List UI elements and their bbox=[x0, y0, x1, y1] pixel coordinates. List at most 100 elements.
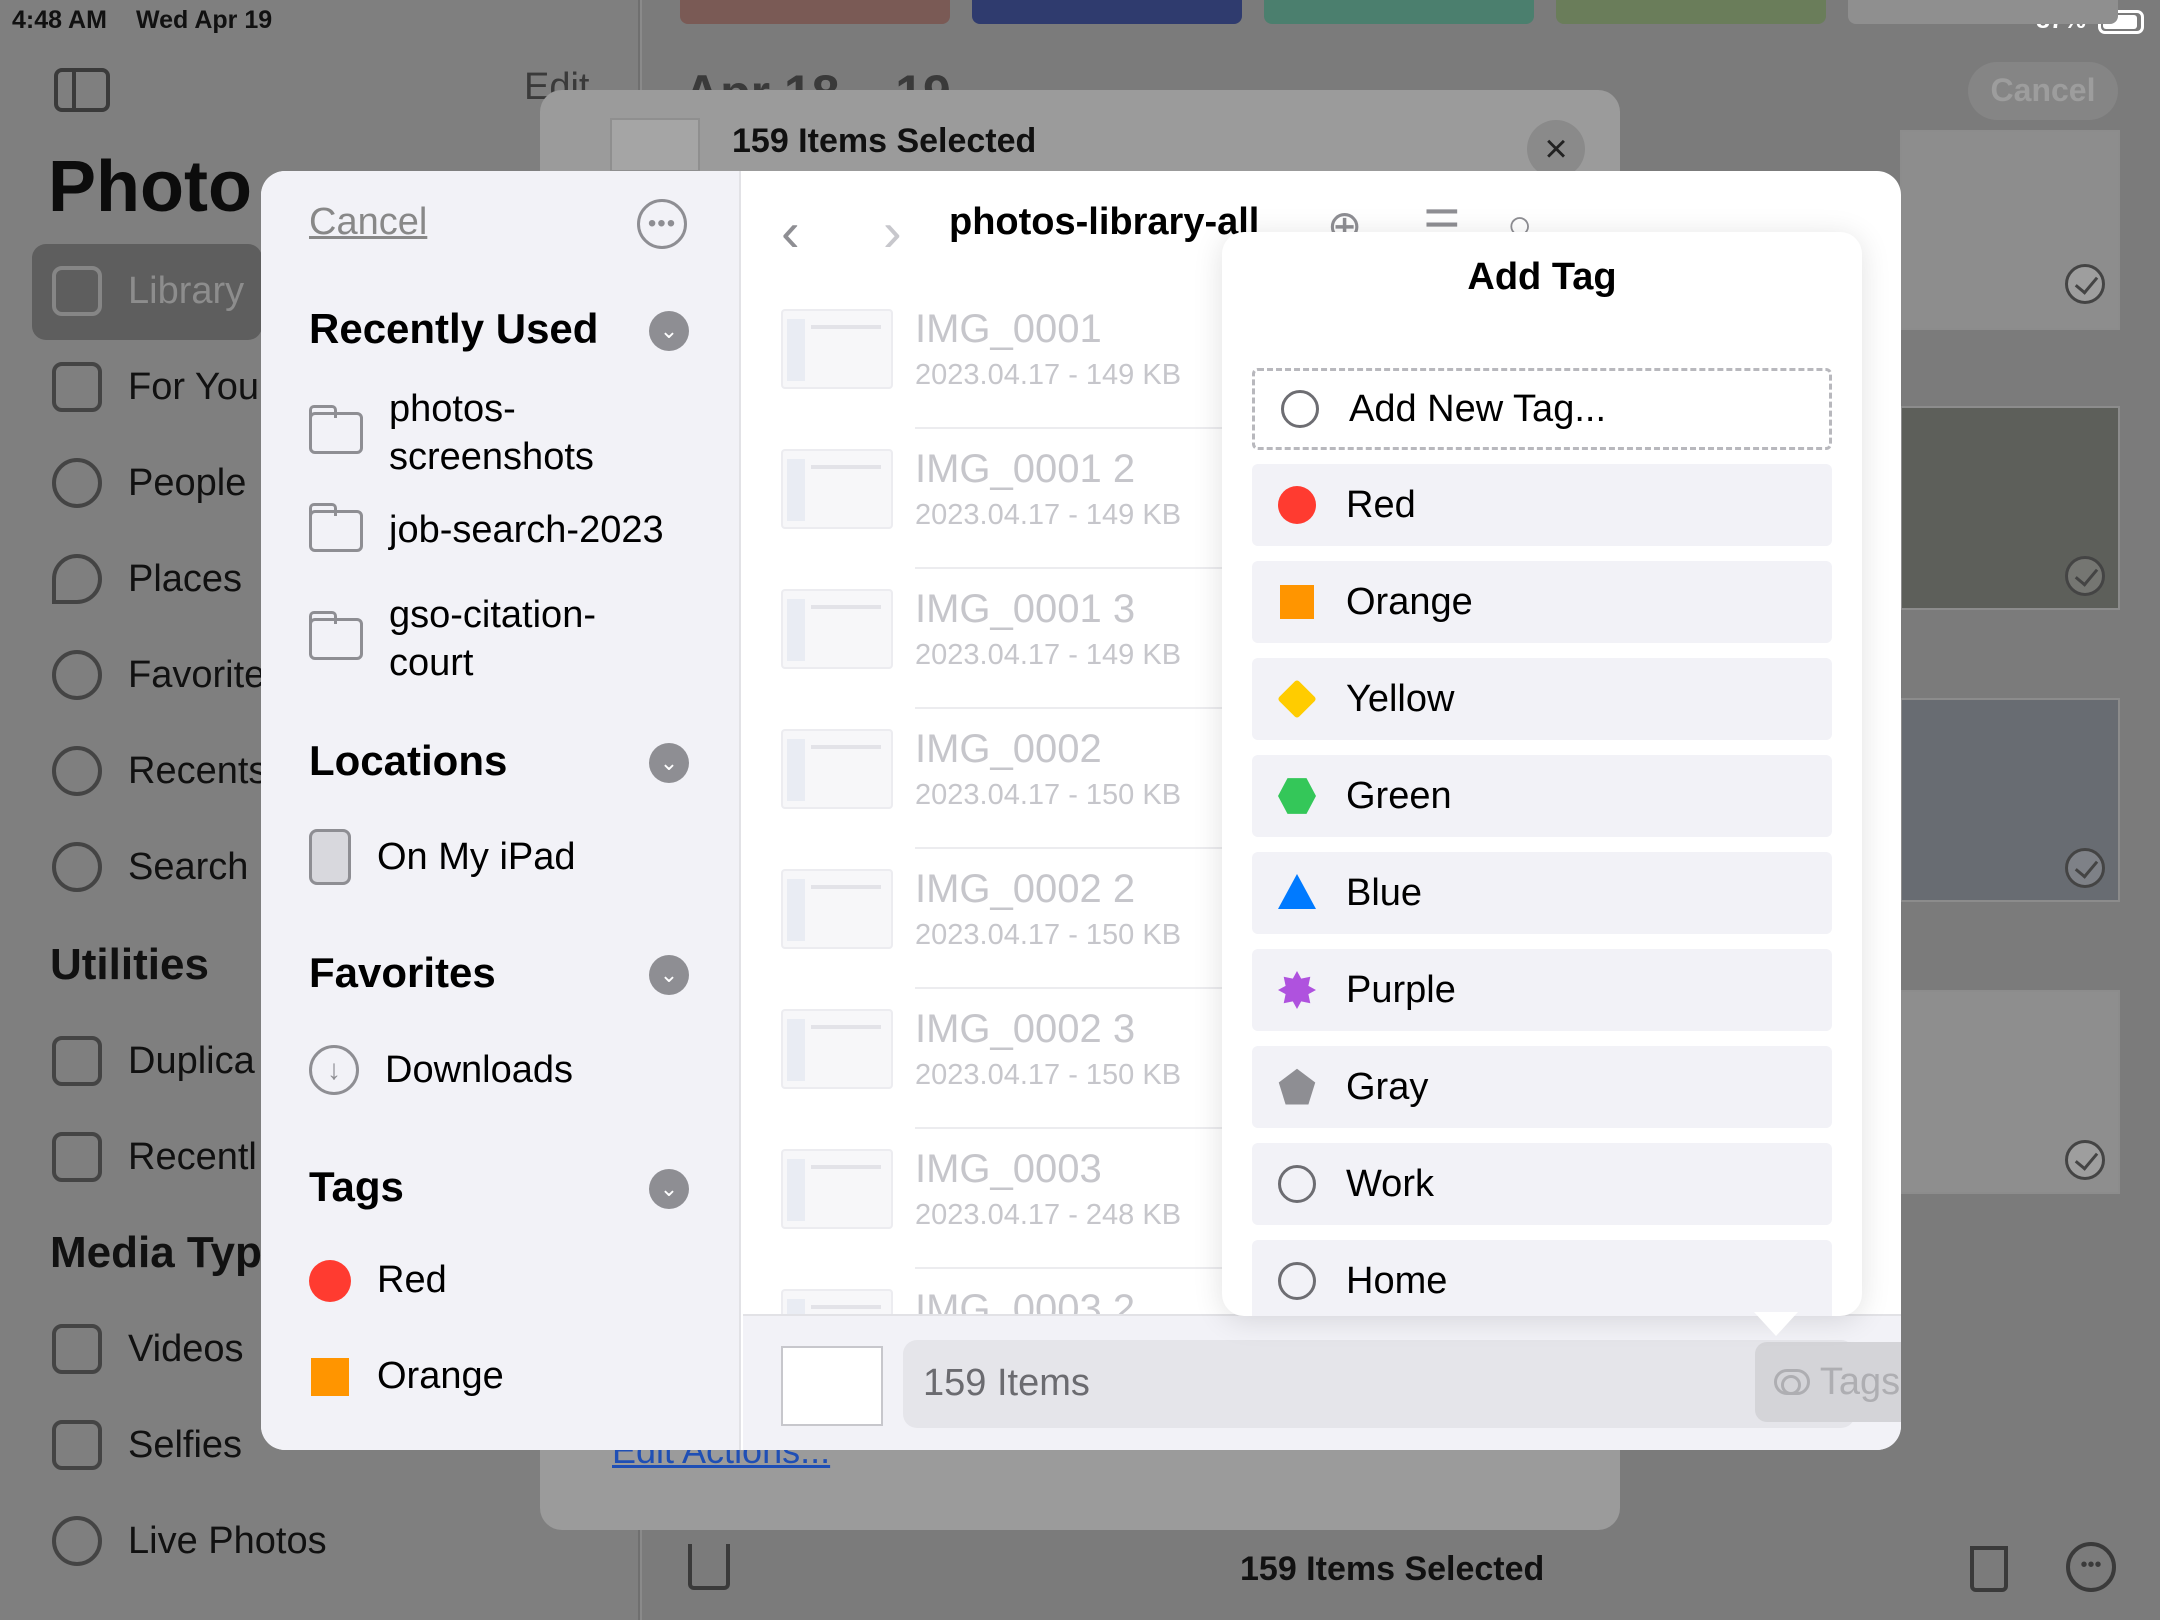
app-title: Photo bbox=[48, 147, 252, 227]
orange-tag-icon bbox=[311, 1357, 349, 1396]
download-icon: ↓ bbox=[309, 1045, 359, 1095]
empty-circle-icon bbox=[1281, 390, 1319, 428]
thumbnail[interactable] bbox=[680, 0, 950, 24]
tag-option-home[interactable]: Home bbox=[1252, 1240, 1832, 1316]
for-you-icon bbox=[52, 362, 102, 412]
utilities-heading: Utilities bbox=[50, 940, 209, 989]
orange-square-icon bbox=[1280, 585, 1314, 619]
tag-option-yellow[interactable]: Yellow bbox=[1252, 658, 1832, 740]
sidebar-item-recents[interactable]: Recents bbox=[52, 746, 267, 796]
yellow-diamond-icon bbox=[1277, 679, 1317, 719]
photo-library-icon bbox=[52, 266, 102, 316]
selected-check-icon bbox=[2065, 1140, 2105, 1180]
map-pin-icon bbox=[52, 554, 102, 604]
sidebar-item-for-you[interactable]: For You bbox=[52, 362, 259, 412]
file-thumbnail bbox=[781, 1149, 893, 1229]
cancel-selection-button[interactable]: Cancel bbox=[1968, 62, 2118, 120]
folder-icon bbox=[309, 502, 363, 552]
selection-thumbnail bbox=[781, 1346, 883, 1426]
sidebar-item-selfies[interactable]: Selfies bbox=[52, 1420, 242, 1470]
file-thumbnail bbox=[781, 729, 893, 809]
sidebar-item-on-my-ipad[interactable]: On My iPad bbox=[309, 829, 576, 885]
tags-heading: Tags bbox=[309, 1163, 404, 1210]
add-new-tag-button[interactable]: Add New Tag... bbox=[1252, 368, 1832, 450]
tag-option-gray[interactable]: Gray bbox=[1252, 1046, 1832, 1128]
green-hexagon-icon bbox=[1278, 778, 1316, 814]
tag-icon bbox=[1773, 1369, 1810, 1395]
tag-option-green[interactable]: Green bbox=[1252, 755, 1832, 837]
file-thumbnail bbox=[781, 1289, 893, 1315]
cancel-button[interactable]: Cancel bbox=[309, 201, 427, 244]
items-count-field[interactable]: 159 Items bbox=[903, 1340, 1855, 1428]
sheet-thumbnail bbox=[610, 118, 700, 172]
thumbnail[interactable] bbox=[1264, 0, 1534, 24]
tag-option-red[interactable]: Red bbox=[1252, 464, 1832, 546]
sidebar-item-favorites[interactable]: Favorite bbox=[52, 650, 265, 700]
sidebar-item-live-photos[interactable]: Live Photos bbox=[52, 1516, 327, 1566]
back-chevron-icon[interactable]: ‹ bbox=[781, 199, 800, 264]
locations-heading: Locations bbox=[309, 737, 508, 784]
sheet-title: 159 Items Selected bbox=[732, 122, 1037, 160]
sidebar-item-duplicates[interactable]: Duplica bbox=[52, 1036, 255, 1086]
selected-check-icon bbox=[2065, 556, 2105, 596]
sidebar-item-library[interactable]: Library bbox=[52, 266, 244, 316]
more-icon[interactable]: ••• bbox=[2066, 1542, 2116, 1592]
selfie-icon bbox=[52, 1420, 102, 1470]
duplicate-icon bbox=[52, 1036, 102, 1086]
red-tag-icon bbox=[309, 1259, 351, 1302]
trash-icon[interactable] bbox=[1970, 1546, 2008, 1592]
tag-option-blue[interactable]: Blue bbox=[1252, 852, 1832, 934]
tag-option-purple[interactable]: Purple bbox=[1252, 949, 1832, 1031]
tags-button[interactable]: Tags bbox=[1755, 1342, 1901, 1422]
sidebar-item-downloads[interactable]: ↓ Downloads bbox=[309, 1045, 573, 1095]
purple-star-icon bbox=[1278, 971, 1316, 1009]
chevron-down-icon[interactable]: ⌄ bbox=[649, 311, 689, 351]
sidebar-item-people[interactable]: People bbox=[52, 458, 246, 508]
thumbnail[interactable] bbox=[1848, 0, 2118, 24]
sidebar-item-search[interactable]: Search bbox=[52, 842, 248, 892]
file-thumbnail bbox=[781, 589, 893, 669]
media-types-heading: Media Typ bbox=[50, 1228, 262, 1277]
trash-icon bbox=[52, 1132, 102, 1182]
chevron-down-icon[interactable]: ⌄ bbox=[649, 743, 689, 783]
heart-icon bbox=[52, 650, 102, 700]
tag-option-orange[interactable]: Orange bbox=[1252, 561, 1832, 643]
empty-circle-icon bbox=[1278, 1165, 1316, 1203]
search-icon bbox=[52, 842, 102, 892]
person-circle-icon bbox=[52, 458, 102, 508]
more-options-icon[interactable]: ••• bbox=[637, 199, 687, 249]
close-icon[interactable]: × bbox=[1527, 120, 1585, 178]
status-time: 4:48 AM bbox=[12, 6, 107, 34]
tag-option-work[interactable]: Work bbox=[1252, 1143, 1832, 1225]
file-thumbnail bbox=[781, 309, 893, 389]
forward-chevron-icon[interactable]: › bbox=[883, 199, 902, 264]
selected-check-icon bbox=[2065, 848, 2105, 888]
add-tag-title: Add Tag bbox=[1467, 256, 1617, 298]
favorites-heading: Favorites bbox=[309, 949, 496, 996]
folder-title[interactable]: photos-library-all bbox=[949, 201, 1259, 244]
ipad-icon bbox=[309, 829, 351, 885]
thumbnail[interactable] bbox=[972, 0, 1242, 24]
chevron-down-icon[interactable]: ⌄ bbox=[649, 1169, 689, 1209]
video-icon bbox=[52, 1324, 102, 1374]
sidebar-item-places[interactable]: Places bbox=[52, 554, 242, 604]
bottom-selection-count: 159 Items Selected bbox=[1240, 1550, 1545, 1588]
sidebar-item-recently-deleted[interactable]: Recentl bbox=[52, 1132, 257, 1182]
red-circle-icon bbox=[1278, 486, 1316, 524]
sidebar-item-tag-orange[interactable]: Orange bbox=[309, 1355, 504, 1398]
file-thumbnail bbox=[781, 869, 893, 949]
sidebar-item-videos[interactable]: Videos bbox=[52, 1324, 244, 1374]
selected-check-icon bbox=[2065, 264, 2105, 304]
share-icon[interactable] bbox=[688, 1544, 730, 1590]
sidebar-item-photos-screenshots[interactable]: photos-screenshots bbox=[309, 385, 629, 481]
chevron-down-icon[interactable]: ⌄ bbox=[649, 955, 689, 995]
sidebar-item-tag-red[interactable]: Red bbox=[309, 1259, 447, 1302]
blue-triangle-icon bbox=[1278, 874, 1316, 909]
thumbnail[interactable] bbox=[1556, 0, 1826, 24]
sidebar-item-gso-citation-court[interactable]: gso-citation-court bbox=[309, 591, 649, 687]
sidebar-toggle-icon[interactable] bbox=[54, 68, 110, 112]
popover-arrow bbox=[1754, 1312, 1798, 1336]
picker-sidebar: Cancel ••• Recently Used ⌄ photos-screen… bbox=[261, 171, 741, 1450]
folder-icon bbox=[309, 405, 363, 454]
sidebar-item-job-search-2023[interactable]: job-search-2023 bbox=[309, 502, 664, 552]
